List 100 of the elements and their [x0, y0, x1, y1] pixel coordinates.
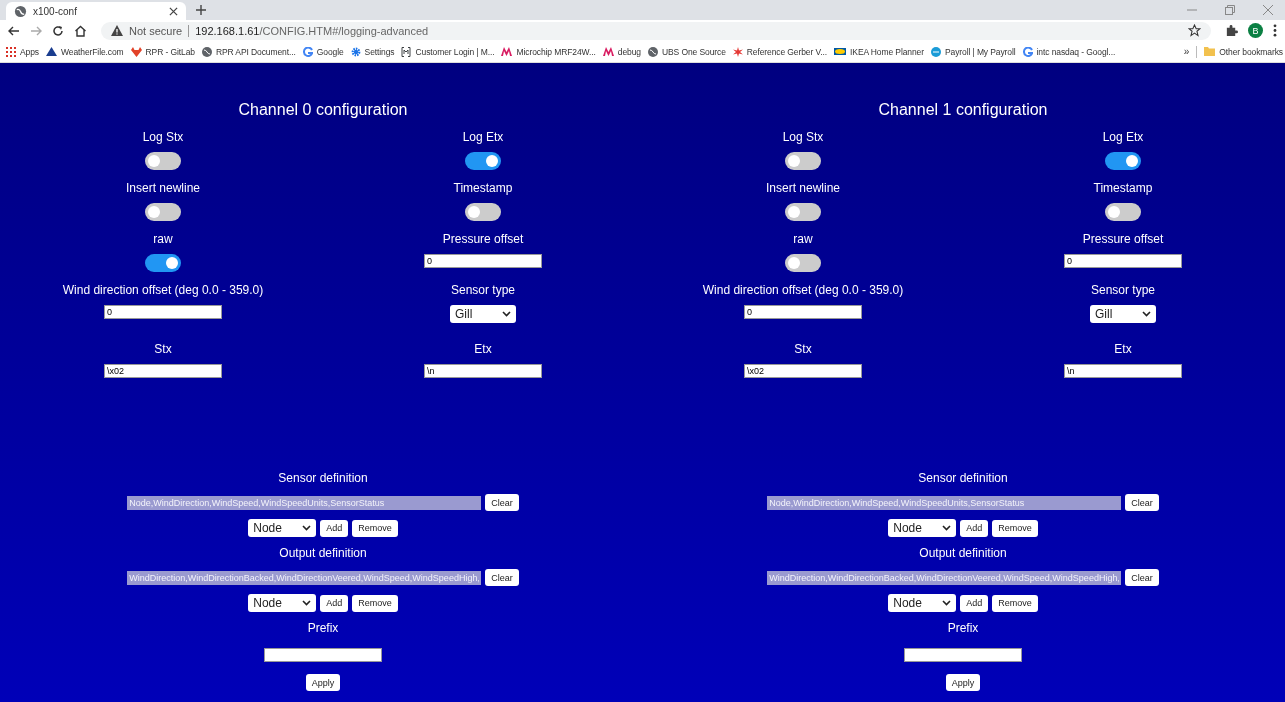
- text-field[interactable]: 0: [104, 305, 222, 319]
- puzzle-icon[interactable]: [1225, 24, 1238, 37]
- field-label: Timestamp: [1093, 180, 1153, 196]
- section-label: Prefix: [947, 620, 979, 636]
- back-icon[interactable]: [8, 24, 20, 37]
- text-field[interactable]: 0: [424, 254, 542, 268]
- text-field[interactable]: \n: [1064, 364, 1182, 378]
- toggle-switch[interactable]: [785, 152, 821, 170]
- restore-icon[interactable]: [1225, 5, 1235, 15]
- fox-icon: [130, 46, 142, 57]
- bookmark-item[interactable]: Microchip MRF24W...: [501, 46, 596, 57]
- bracket-icon: [401, 46, 412, 57]
- more-bookmarks-chevron[interactable]: »: [1183, 46, 1190, 57]
- toggle-switch[interactable]: [785, 203, 821, 221]
- g-logo-icon: [1022, 46, 1033, 57]
- reload-icon[interactable]: [52, 24, 64, 37]
- bookmark-item[interactable]: WeatherFile.com: [46, 46, 124, 57]
- field-dropdown[interactable]: Node: [248, 519, 317, 537]
- field-label: Sensor type: [450, 282, 515, 298]
- prefix-field[interactable]: [264, 648, 382, 662]
- toggle-switch[interactable]: [145, 203, 181, 221]
- bookmark-item[interactable]: Payroll | My Payroll: [930, 46, 1016, 57]
- bookmark-item[interactable]: RPR - GitLab: [130, 46, 195, 57]
- ikea-logo-icon: [834, 48, 847, 55]
- toggle-switch[interactable]: [1105, 203, 1141, 221]
- apply-button[interactable]: Apply: [945, 674, 981, 691]
- grid-icon: [6, 46, 16, 57]
- bookmark-item[interactable]: Apps: [6, 46, 39, 57]
- channel-title: Channel 1 configuration: [877, 101, 1049, 120]
- g-logo-icon: [302, 46, 313, 57]
- browser-tab[interactable]: x100-conf: [6, 2, 186, 20]
- section-label: Sensor definition: [918, 470, 1008, 486]
- field-label: Log Stx: [782, 129, 824, 145]
- security-label: Not secure: [129, 24, 183, 37]
- apply-button[interactable]: Apply: [305, 674, 341, 691]
- menu-icon[interactable]: [1273, 24, 1277, 37]
- remove-button[interactable]: Remove: [352, 519, 398, 537]
- bookmark-item[interactable]: Settings: [350, 46, 395, 57]
- toggle-switch[interactable]: [465, 203, 501, 221]
- remove-button[interactable]: Remove: [992, 519, 1038, 537]
- globe-icon: [201, 46, 212, 57]
- field-label: Timestamp: [453, 180, 513, 196]
- caret-icon: [502, 311, 511, 317]
- bookmark-item[interactable]: intc nasdaq - Googl...: [1022, 46, 1116, 57]
- add-button[interactable]: Add: [320, 594, 349, 612]
- remove-button[interactable]: Remove: [352, 594, 398, 612]
- chip-logo-icon: [501, 47, 513, 56]
- toggle-switch[interactable]: [1105, 152, 1141, 170]
- clear-button[interactable]: Clear: [485, 494, 519, 511]
- close-icon[interactable]: [169, 6, 178, 16]
- clear-button[interactable]: Clear: [485, 569, 519, 586]
- address-bar[interactable]: Not secure 192.168.1.61/CONFIG.HTM#/logging-advanced: [101, 21, 1211, 40]
- add-button[interactable]: Add: [960, 594, 989, 612]
- bookmark-item[interactable]: UBS One Source: [647, 46, 726, 57]
- bookmark-item[interactable]: Reference Gerber V...: [732, 46, 828, 57]
- other-bookmarks-folder[interactable]: Other bookmarks: [1204, 46, 1283, 57]
- toggle-switch[interactable]: [145, 254, 181, 272]
- field-dropdown[interactable]: Node: [888, 519, 957, 537]
- field-label: Etx: [474, 341, 492, 357]
- globe-icon: [14, 4, 27, 18]
- text-field[interactable]: 0: [1064, 254, 1182, 268]
- star-icon[interactable]: [1188, 24, 1201, 37]
- text-field[interactable]: \n: [424, 364, 542, 378]
- clear-button[interactable]: Clear: [1125, 569, 1159, 586]
- bookmark-item[interactable]: Google: [302, 46, 344, 57]
- field-label: Wind direction offset (deg 0.0 - 359.0): [702, 282, 904, 298]
- field-label: Wind direction offset (deg 0.0 - 359.0): [62, 282, 264, 298]
- field-label: Log Etx: [462, 129, 504, 145]
- sensor-type-dropdown[interactable]: Gill: [450, 305, 516, 323]
- add-button[interactable]: Add: [960, 519, 989, 537]
- triangle-icon: [46, 47, 57, 56]
- gear-icon: [350, 46, 361, 57]
- bookmark-item[interactable]: debug: [602, 46, 641, 57]
- text-field[interactable]: \x02: [744, 364, 862, 378]
- text-field[interactable]: \x02: [104, 364, 222, 378]
- bookmark-item[interactable]: IKEA Home Planner: [834, 46, 924, 57]
- new-tab-icon[interactable]: [196, 5, 206, 15]
- folder-icon: [1204, 47, 1216, 56]
- toggle-switch[interactable]: [145, 152, 181, 170]
- profile-avatar[interactable]: B: [1248, 23, 1263, 38]
- home-icon[interactable]: [74, 24, 87, 37]
- chip-logo-icon: [602, 47, 614, 56]
- toggle-switch[interactable]: [465, 152, 501, 170]
- warning-icon: [111, 25, 123, 36]
- bookmark-item[interactable]: RPR API Document...: [201, 46, 296, 57]
- text-field[interactable]: 0: [744, 305, 862, 319]
- remove-button[interactable]: Remove: [992, 594, 1038, 612]
- clear-button[interactable]: Clear: [1125, 494, 1159, 511]
- section-label: Output definition: [919, 545, 1007, 561]
- add-button[interactable]: Add: [320, 519, 349, 537]
- prefix-field[interactable]: [904, 648, 1022, 662]
- section-label: Prefix: [307, 620, 339, 636]
- field-label: raw: [153, 231, 173, 247]
- circle-icon: [930, 46, 941, 57]
- field-dropdown[interactable]: Node: [888, 594, 957, 612]
- channel-title: Channel 0 configuration: [237, 101, 409, 120]
- bookmark-item[interactable]: Customer Login | M...: [401, 46, 495, 57]
- toggle-switch[interactable]: [785, 254, 821, 272]
- sensor-type-dropdown[interactable]: Gill: [1090, 305, 1156, 323]
- field-dropdown[interactable]: Node: [248, 594, 317, 612]
